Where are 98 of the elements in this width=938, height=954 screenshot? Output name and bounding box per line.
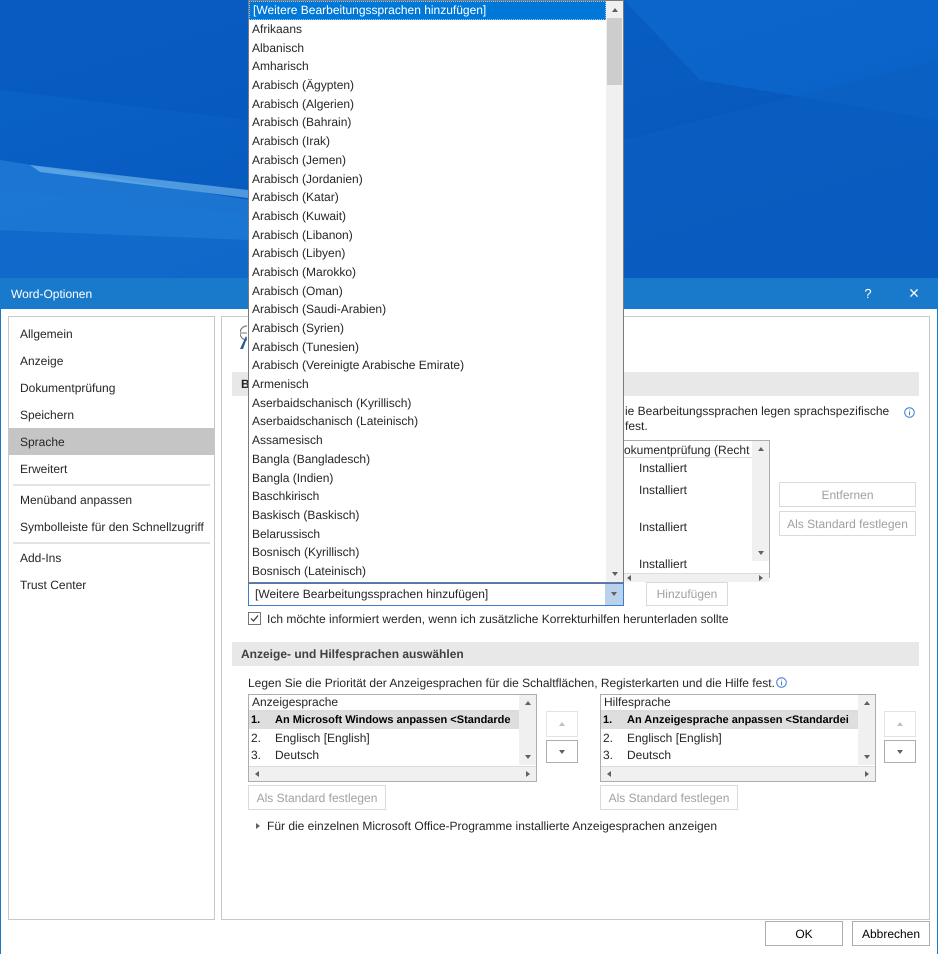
dropdown-item[interactable]: Arabisch (Bahrain) [249, 113, 606, 132]
horizontal-scrollbar[interactable] [249, 766, 536, 781]
dropdown-item[interactable]: Baskisch (Baskisch) [249, 506, 606, 524]
dropdown-item[interactable]: Armenisch [249, 374, 606, 394]
up-arrow-icon [896, 720, 904, 728]
down-arrow-icon [558, 748, 566, 756]
status-text: Installiert [638, 482, 688, 499]
right-arrow-icon [863, 770, 871, 778]
left-arrow-icon [625, 574, 633, 582]
close-button[interactable]: × [891, 278, 937, 309]
dropdown-item[interactable]: Bangla (Bangladesch) [249, 450, 606, 468]
dropdown-item[interactable]: Arabisch (Vereinigte Arabische Emirate) [249, 356, 606, 375]
horizontal-scrollbar[interactable] [621, 573, 769, 582]
dropdown-item[interactable]: Aserbaidschanisch (Lateinisch) [249, 412, 606, 431]
sidebar-item[interactable]: Dokumentprüfung [9, 374, 214, 401]
expander[interactable]: Für die einzelnen Microsoft Office-Programme installierte Anzeigesprachen anzeigen [254, 818, 929, 833]
list-row[interactable]: 3. Deutsch [601, 746, 858, 763]
dropdown-item[interactable]: Bosnisch (Lateinisch) [249, 562, 606, 580]
status-text: Installiert [638, 519, 688, 536]
vertical-scrollbar[interactable] [519, 695, 536, 765]
dropdown-item[interactable]: Arabisch (Jordanien) [249, 169, 606, 188]
up-arrow-icon [558, 720, 566, 728]
list-row[interactable]: 2. Englisch [English] [601, 729, 858, 746]
status-text: Installiert [638, 460, 688, 477]
dropdown-item[interactable]: Arabisch (Algerien) [249, 94, 606, 114]
down-arrow-icon [756, 549, 764, 557]
dropdown-item[interactable]: Bangla (Indien) [249, 468, 606, 487]
dropdown-item[interactable]: Assamesisch [249, 430, 606, 450]
dropdown-item[interactable]: Afrikaans [249, 20, 606, 38]
list-row[interactable]: 1. An Microsoft Windows anpassen <Standarde [249, 712, 519, 729]
help-button[interactable]: ? [845, 278, 891, 309]
dropdown-item[interactable]: Arabisch (Kuwait) [249, 206, 606, 226]
right-arrow-icon [524, 770, 532, 778]
dropdown-item[interactable]: Aserbaidschanisch (Kyrillisch) [249, 393, 606, 412]
dropdown-item[interactable]: [Weitere Bearbeitungssprachen hinzufügen] [249, 1, 606, 20]
window-title: Word-Optionen [11, 286, 92, 302]
dropdown-item[interactable]: Arabisch (Jemen) [249, 150, 606, 170]
info-icon [904, 407, 915, 418]
up-arrow-icon [524, 699, 532, 707]
down-arrow-icon [524, 753, 532, 761]
left-arrow-icon [605, 770, 613, 778]
vertical-scrollbar[interactable] [606, 1, 623, 582]
sidebar-item[interactable]: Allgemein [9, 320, 214, 347]
description-text: fest. [625, 419, 649, 434]
dropdown-item[interactable]: Arabisch (Libanon) [249, 225, 606, 244]
dropdown-item[interactable]: Bosnisch (Kyrillisch) [249, 542, 606, 562]
scroll-thumb[interactable] [607, 18, 622, 85]
checkbox-label: Ich möchte informiert werden, wenn ich zusätzliche Korrekturhilfen herunterladen sollte [267, 610, 729, 628]
dropdown-item[interactable]: Arabisch (Ägypten) [249, 76, 606, 94]
dialog-button[interactable]: Abbrechen [852, 921, 930, 946]
dropdown-item[interactable]: Amharisch [249, 57, 606, 76]
dropdown-item[interactable]: Arabisch (Saudi-Arabien) [249, 300, 606, 319]
sidebar-item[interactable]: Anzeige [9, 347, 214, 374]
up-arrow-icon [862, 699, 870, 707]
up-arrow-icon [610, 6, 618, 14]
sidebar-item[interactable]: Trust Center [9, 571, 214, 598]
sidebar-item[interactable]: Speichern [9, 401, 214, 428]
down-arrow-icon [610, 570, 618, 578]
down-arrow-icon [862, 753, 870, 761]
vertical-scrollbar[interactable] [752, 441, 769, 561]
dropdown-item[interactable]: Arabisch (Tunesien) [249, 337, 606, 356]
dropdown-item[interactable]: Arabisch (Marokko) [249, 262, 606, 282]
description-text: Legen Sie die Priorität der Anzeigesprachen für die Schaltflächen, Registerkarten und die Hilfe fest. [248, 674, 775, 692]
language-combo[interactable]: [Weitere Bearbeitungssprachen hinzufügen] [248, 582, 624, 606]
expand-arrow-icon [254, 822, 262, 830]
dropdown-item[interactable]: Albanisch [249, 38, 606, 58]
right-arrow-icon [757, 574, 765, 582]
list-row[interactable]: 2. Englisch [English] [249, 729, 519, 746]
sidebar-item[interactable]: Symbolleiste für den Schnellzugriff [9, 513, 214, 540]
dropdown-item[interactable]: Arabisch (Katar) [249, 188, 606, 207]
info-icon [776, 677, 787, 688]
move-down-button[interactable] [884, 740, 916, 763]
dropdown-item[interactable]: Baschkirisch [249, 486, 606, 506]
checkbox[interactable] [248, 612, 261, 625]
sidebar-item[interactable]: Add-Ins [9, 544, 214, 571]
vertical-scrollbar[interactable] [858, 695, 875, 765]
section-title: Anzeige- und Hilfesprachen auswählen [241, 646, 464, 663]
down-arrow-icon [896, 748, 904, 756]
dropdown-item[interactable]: Arabisch (Irak) [249, 132, 606, 150]
horizontal-scrollbar[interactable] [601, 766, 875, 781]
sidebar-item[interactable]: Erweitert [9, 455, 214, 482]
combo-value: [Weitere Bearbeitungssprachen hinzufügen] [254, 586, 490, 603]
sidebar-item[interactable]: Menüband anpassen [9, 486, 214, 513]
list-row[interactable]: 3. Deutsch [249, 746, 519, 763]
left-arrow-icon [253, 770, 261, 778]
check-icon [250, 614, 259, 623]
dropdown-item[interactable]: Arabisch (Libyen) [249, 244, 606, 263]
status-text: Installiert [638, 556, 688, 573]
sidebar-item[interactable]: Sprache [9, 428, 214, 455]
dropdown-item[interactable]: Arabisch (Oman) [249, 281, 606, 300]
dropdown-item[interactable]: Belarussisch [249, 524, 606, 543]
up-arrow-icon [756, 445, 764, 453]
list-row[interactable]: 1. An Anzeigesprache anpassen <Standardei [601, 712, 858, 729]
dialog-button[interactable]: OK [765, 921, 843, 946]
move-down-button[interactable] [546, 740, 578, 763]
caret-icon [610, 590, 618, 598]
dropdown-item[interactable]: Arabisch (Syrien) [249, 318, 606, 338]
description-text: ie Bearbeitungssprachen legen sprachspezifische [625, 404, 890, 419]
